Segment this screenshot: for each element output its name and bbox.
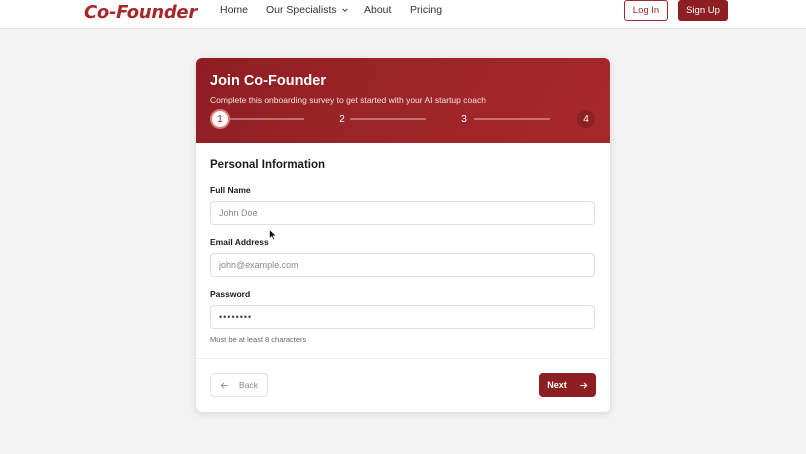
mouse-cursor-icon bbox=[269, 229, 277, 241]
step-4: 4 bbox=[577, 110, 595, 128]
step-connector bbox=[474, 118, 550, 120]
back-button-label: Back bbox=[239, 380, 258, 390]
brand-logo[interactable]: Co-Founder bbox=[84, 0, 197, 25]
nav-link-pricing[interactable]: Pricing bbox=[410, 4, 442, 16]
nav-link-about[interactable]: About bbox=[364, 4, 391, 16]
arrow-right-icon bbox=[580, 381, 588, 389]
nav-link-home[interactable]: Home bbox=[220, 4, 248, 16]
next-button-label: Next bbox=[547, 380, 567, 390]
card-subtitle: Complete this onboarding survey to get s… bbox=[210, 95, 486, 105]
login-button[interactable]: Log In bbox=[624, 0, 668, 21]
step-2: 2 bbox=[339, 113, 345, 125]
signup-button[interactable]: Sign Up bbox=[678, 0, 728, 21]
card-title: Join Co-Founder bbox=[210, 73, 326, 89]
full-name-input[interactable] bbox=[210, 201, 595, 225]
email-label: Email Address bbox=[210, 237, 269, 247]
password-label: Password bbox=[210, 289, 251, 299]
step-connector bbox=[228, 118, 304, 120]
email-input[interactable] bbox=[210, 253, 595, 277]
nav-link-our-specialists[interactable]: Our Specialists bbox=[266, 4, 349, 16]
chevron-down-icon bbox=[341, 8, 348, 12]
arrow-left-icon bbox=[220, 381, 228, 389]
step-connector bbox=[350, 118, 426, 120]
step-3: 3 bbox=[461, 113, 467, 125]
section-title: Personal Information bbox=[210, 159, 326, 171]
password-input[interactable] bbox=[210, 305, 595, 329]
back-button[interactable]: Back bbox=[210, 373, 268, 397]
nav-link-our-specialists-label: Our Specialists bbox=[266, 4, 337, 16]
onboarding-card: Join Co-Founder Complete this onboarding… bbox=[196, 58, 610, 412]
step-1: 1 bbox=[210, 109, 230, 129]
divider bbox=[196, 358, 610, 359]
step-indicator: 1 2 3 4 bbox=[196, 108, 610, 132]
password-hint: Must be at least 8 characters bbox=[210, 335, 307, 344]
full-name-label: Full Name bbox=[210, 185, 251, 195]
top-nav: Co-Founder Home Our Specialists About Pr… bbox=[0, 0, 806, 29]
card-header: Join Co-Founder Complete this onboarding… bbox=[196, 58, 610, 143]
next-button[interactable]: Next bbox=[539, 373, 596, 397]
